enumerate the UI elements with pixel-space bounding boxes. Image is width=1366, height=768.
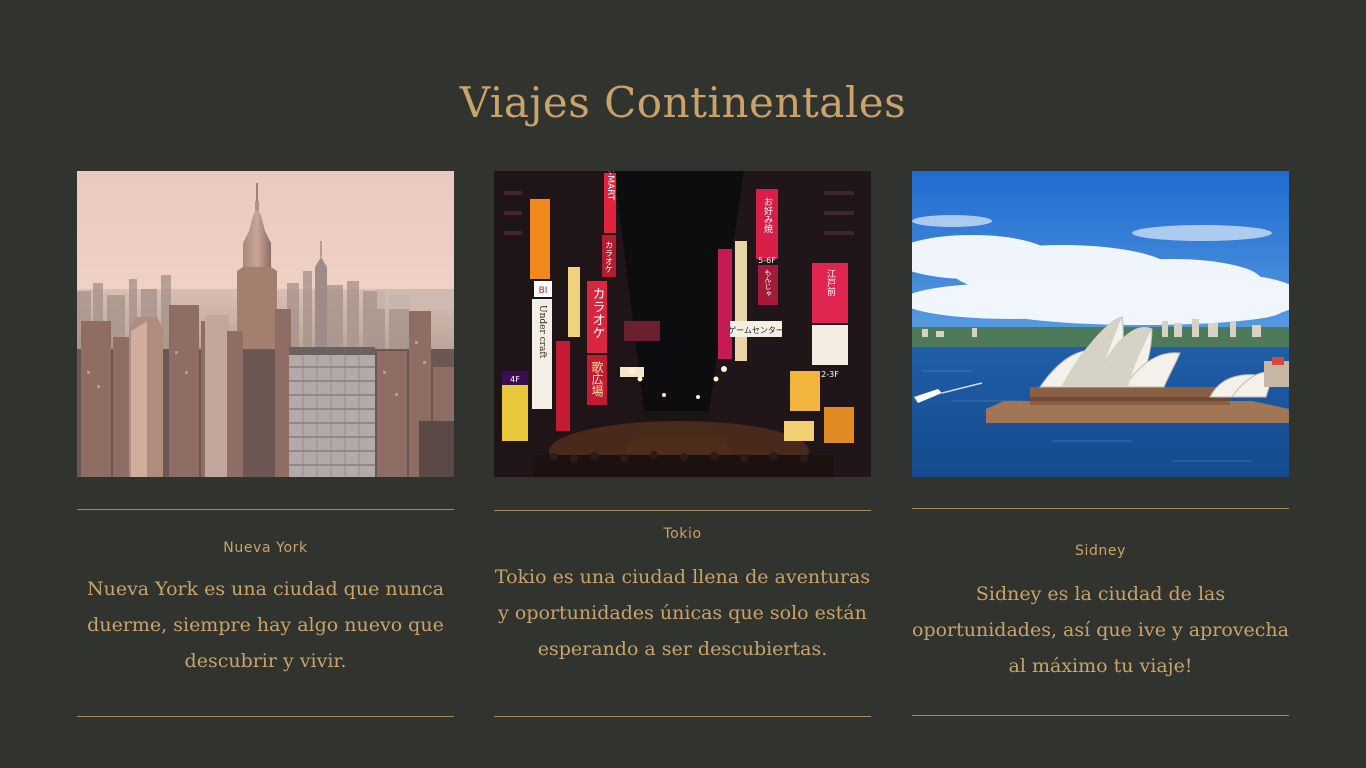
- sign-karaoke: カラオケ: [590, 287, 605, 339]
- sign-karaoke-small: カラオケ: [605, 241, 614, 273]
- sign-utahiroba: 歌広場: [590, 360, 604, 398]
- divider-bottom: [494, 716, 871, 717]
- new-york-photo: [77, 171, 454, 477]
- new-york-skyline-image: [77, 171, 454, 477]
- sign-bi: BI: [539, 286, 548, 296]
- divider-top: [77, 509, 454, 510]
- slide-title: Viajes Continentales: [459, 78, 907, 127]
- sydney-photo: [912, 171, 1289, 477]
- divider-top: [494, 510, 871, 511]
- divider-bottom: [912, 715, 1289, 716]
- sign-2-3f: 2-3F: [821, 370, 839, 379]
- divider-top: [912, 508, 1289, 509]
- city-description: Tokio es una ciudad llena de aventuras y…: [494, 566, 871, 660]
- sign-okonomiyaki: お好み焼: [762, 197, 773, 234]
- city-name: Sidney: [1074, 543, 1127, 559]
- sign-c-mart: C-MART: [605, 171, 615, 201]
- sign-under-craft: Under craft: [537, 305, 547, 359]
- sign-game-center: ゲームセンター: [728, 325, 784, 335]
- sign-5-6f: 5-6F: [758, 256, 776, 265]
- city-description: Sidney es la ciudad de las oportunidades…: [912, 583, 1289, 677]
- sign-4f: 4F: [510, 375, 520, 384]
- city-name: Tokio: [663, 526, 702, 542]
- city-name: Nueva York: [223, 540, 308, 556]
- tokyo-photo: C-MART カラオケ カラオケ 歌広場 BI Under craft 4F お…: [494, 171, 871, 477]
- tokyo-street-image: C-MART カラオケ カラオケ 歌広場 BI Under craft 4F お…: [494, 171, 871, 477]
- sign-edomae: 江戸前: [825, 269, 836, 297]
- divider-bottom: [77, 716, 454, 717]
- city-description: Nueva York es una ciudad que nunca duerm…: [86, 578, 445, 672]
- sydney-opera-house-image: [912, 171, 1289, 477]
- sign-monjya: もんじゃ: [764, 269, 772, 297]
